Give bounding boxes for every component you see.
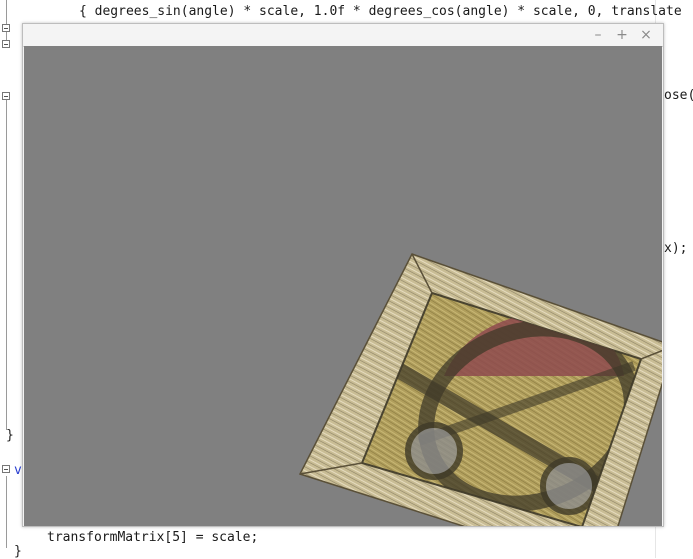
window-titlebar[interactable]: – + × — [23, 24, 663, 47]
close-button[interactable]: × — [637, 26, 655, 44]
fold-guide — [6, 0, 7, 40]
code-line: transformMatrix[5] = scale; — [47, 530, 259, 545]
code-line-fragment: x); — [664, 241, 688, 256]
textured-crate — [298, 253, 662, 526]
fold-guide — [6, 476, 7, 548]
keyword-fragment: v — [14, 463, 22, 478]
closing-brace: } — [14, 544, 22, 559]
render-viewport[interactable] — [24, 46, 662, 526]
code-line: { degrees_sin(angle) * scale, 1.0f * deg… — [79, 4, 682, 19]
fold-toggle-icon[interactable] — [2, 92, 10, 100]
closing-brace: } — [6, 428, 14, 443]
maximize-button[interactable]: + — [613, 26, 631, 44]
minimize-button[interactable]: – — [589, 26, 607, 44]
fold-guide — [6, 100, 7, 430]
render-window[interactable]: – + × — [22, 23, 664, 527]
code-line-fragment: ose( — [664, 88, 693, 103]
fold-toggle-icon[interactable] — [2, 40, 10, 48]
fold-toggle-icon[interactable] — [2, 24, 10, 32]
fold-toggle-icon[interactable] — [2, 465, 10, 473]
